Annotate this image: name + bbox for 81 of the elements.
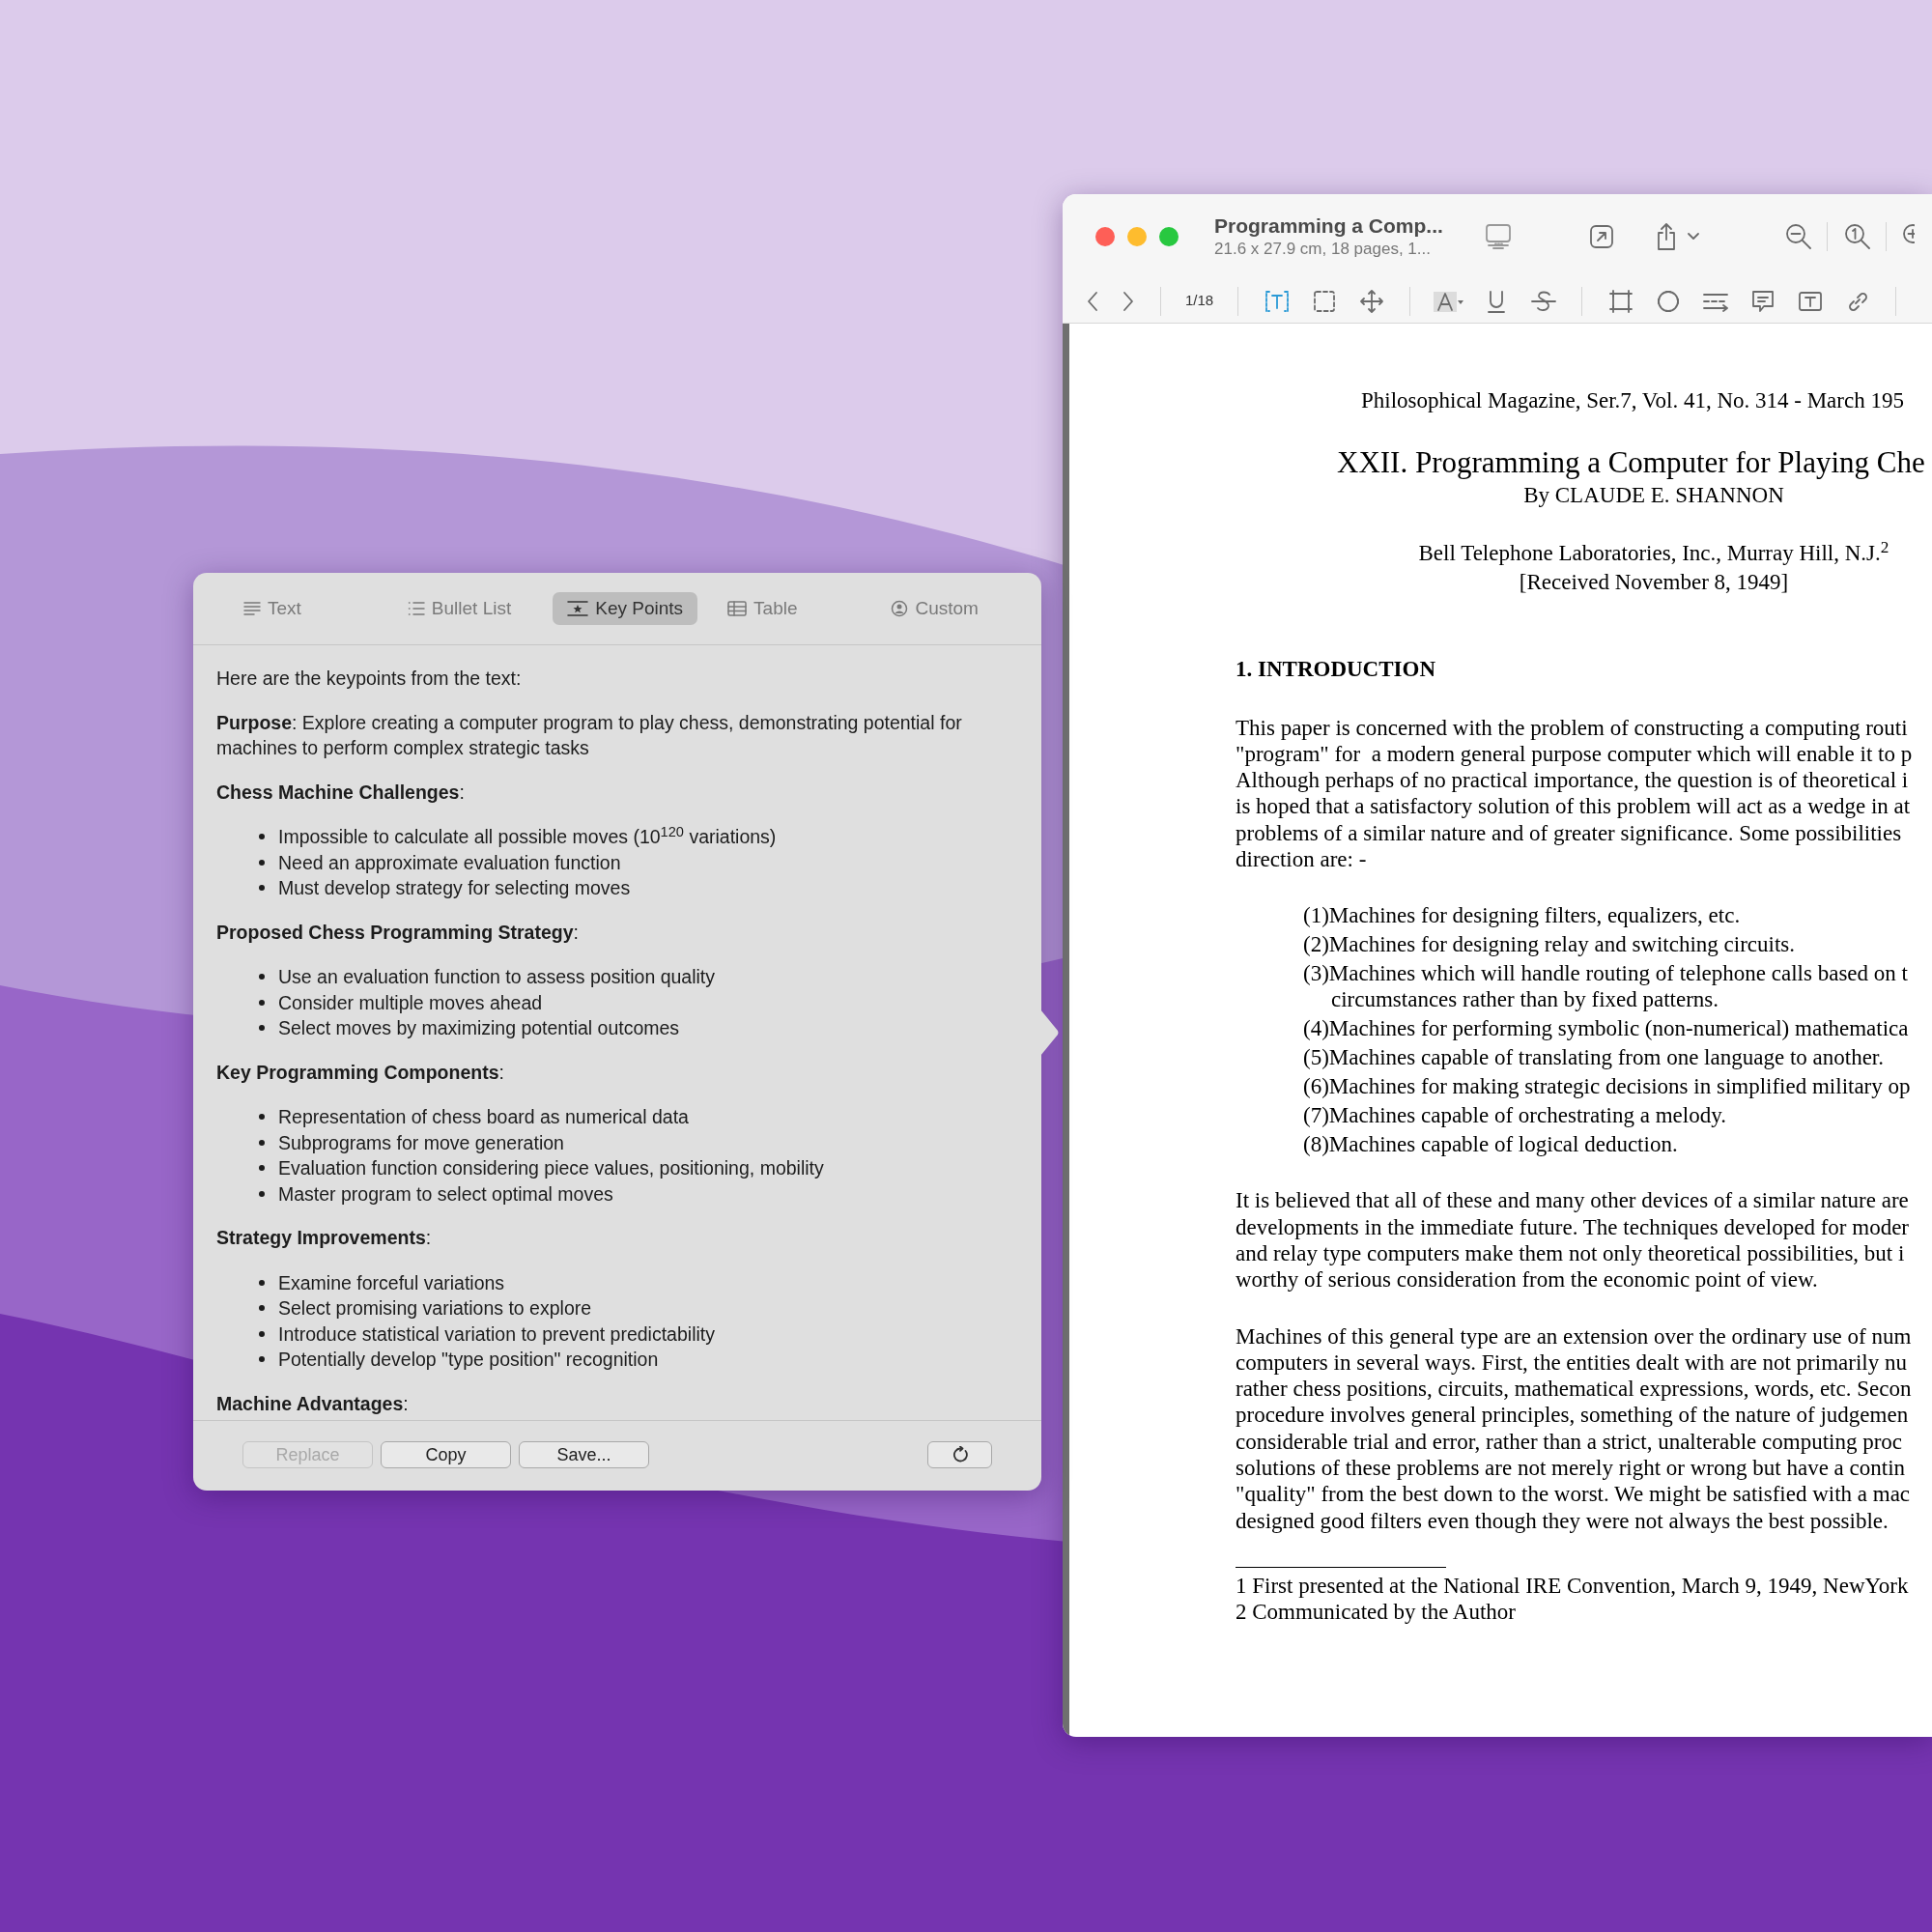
bullet-text: Potentially develop "type position" recognition: [278, 1348, 659, 1372]
action-button[interactable]: Copy: [381, 1441, 511, 1468]
refresh-icon: [951, 1446, 969, 1463]
rectangle-icon[interactable]: [1607, 288, 1634, 314]
list-item: (7)Machines capable of orchestrating a melody.: [1303, 1102, 1727, 1129]
table-icon: [727, 601, 748, 616]
paragraph: It is believed that all of these and many other devices of a similar nature are developments in the immediate future. The techniques developed for moder and relay type computers make them not only theoretical possibilities, but i worthy of serious consideration from the economic point of view.: [1236, 1187, 1911, 1293]
bullet-icon: [259, 1279, 265, 1286]
forward-icon[interactable]: [1121, 289, 1135, 313]
list-item: (3)Machines which will handle routing of telephone calls based on t circumstances rather than by fixed patterns.: [1303, 960, 1909, 1013]
footnote: 1 First presented at the National IRE Convention, March 9, 1949, NewYork: [1236, 1572, 1910, 1600]
affiliation-text: Bell Telephone Laboratories, Inc., Murray Hill, N.J.$^{2}$: [1418, 541, 1889, 566]
zoom-out-icon[interactable]: [1783, 222, 1813, 251]
bullet-icon: [259, 974, 265, 980]
bullet-text: Evaluation function considering piece values, positioning, mobility: [278, 1156, 824, 1180]
selection-icon[interactable]: [1311, 288, 1337, 314]
chevron-icon[interactable]: [1686, 232, 1700, 242]
bullet-icon: [259, 1305, 265, 1312]
author-byline: By CLAUDE E. SHANNON: [1523, 483, 1784, 508]
actual-size-icon[interactable]: [1842, 222, 1872, 251]
list-item: (5)Machines capable of translating from one language to another.: [1303, 1044, 1885, 1071]
bullet-text: Examine forceful variations: [278, 1270, 505, 1295]
bullet-icon: [259, 1165, 265, 1172]
page-indicator: 1/18: [1185, 291, 1214, 311]
back-icon[interactable]: [1085, 289, 1099, 313]
move-icon[interactable]: [1357, 287, 1385, 315]
section-heading: Key Programming Components:: [216, 1060, 505, 1085]
tab[interactable]: Key Points: [553, 591, 698, 626]
bullet-text: Subprograms for move generation: [278, 1130, 564, 1155]
bullet-icon: [259, 859, 265, 866]
paragraph: This paper is concerned with the problem of constructing a computing routi "program" for a modern general purpose computer which will enable it to p Although perhaps of no practical importance, the question is of theoretical i is hoped that a satisfactory solution of this problem will act as a wedge in at problems of a similar nature and of greater significance. Some possibilities direction are: -: [1236, 714, 1914, 873]
received-date: [Received November 8, 1949]: [1519, 570, 1789, 595]
refresh-button[interactable]: [927, 1441, 992, 1468]
star-icon: [567, 600, 589, 617]
list-item: (2)Machines for designing relay and switching circuits.: [1303, 931, 1797, 958]
section-heading: Machine Advantages:: [216, 1391, 410, 1416]
bullet-text: Representation of chess board as numerical data: [278, 1105, 689, 1129]
bullet-text: Need an approximate evaluation function: [278, 850, 621, 875]
bullet-text: Master program to select optimal moves: [278, 1181, 613, 1207]
bullet-icon: [259, 1356, 265, 1363]
list-item: (8)Machines capable of logical deduction.: [1303, 1131, 1679, 1158]
bullet-icon: [259, 834, 265, 840]
section-heading: Chess Machine Challenges:: [216, 780, 466, 805]
bullet-icon: [259, 1139, 265, 1146]
bullet-list-icon: [407, 601, 425, 616]
bullet-text: Impossible to calculate all possible moves (10$^{120}$ variations): [278, 824, 777, 849]
bullet-icon: [259, 1114, 265, 1121]
action-button[interactable]: Save...: [519, 1441, 649, 1468]
bullet-text: Consider multiple moves ahead: [278, 990, 543, 1015]
bullet-text: Select moves by maximizing potential outcomes: [278, 1016, 680, 1040]
bullet-text: Must develop strategy for selecting moves: [278, 876, 631, 900]
list-item: (4)Machines for performing symbolic (non-numerical) mathematica: [1303, 1015, 1910, 1042]
tab[interactable]: Bullet List: [392, 591, 526, 626]
paper-title: XXII. Programming a Computer for Playing Che: [1337, 446, 1926, 480]
bullet-text: Introduce statistical variation to prevent predictability: [278, 1321, 715, 1347]
document-info: 21.6 x 27.9 cm, 18 pages, 1...: [1214, 239, 1432, 260]
list-item: (6)Machines for making strategic decisions in simplified military op: [1303, 1073, 1912, 1100]
bullet-text: Select promising variations to explore: [278, 1296, 592, 1321]
bullet-icon: [259, 999, 265, 1006]
section-heading: Proposed Chess Programming Strategy:: [216, 920, 580, 945]
window-title: Programming a Comp...: [1214, 213, 1443, 239]
footnote: 2 Communicated by the Author: [1236, 1599, 1517, 1626]
tab[interactable]: Text: [229, 591, 316, 626]
bullet-text: Use an evaluation function to assess position quality: [278, 965, 716, 989]
bullet-icon: [259, 885, 265, 892]
bullet-icon: [259, 1190, 265, 1197]
text-lines-icon: [243, 601, 261, 616]
tab[interactable]: Custom: [876, 591, 993, 626]
paragraph: Machines of this general type are an extension over the ordinary use of num computers in several ways. First, the entities dealt with are not primarily nu rather chess positions, circuits, mathematical expressions, words, etc. Secon procedure involves general principles, something of the nature of judgemen considerable trial and error, rather than a strict, unalterable computing proc solutions of these problems are not merely right or wrong but have a contin "quality" from the best down to the worst. We might be satisfied with a mac designed good filters even though they were not always the best possible.: [1236, 1322, 1913, 1534]
tab[interactable]: Table: [713, 591, 812, 626]
section-heading: Strategy Improvements:: [216, 1226, 433, 1250]
list-item: (1)Machines for designing filters, equalizers, etc.: [1303, 902, 1742, 929]
summary-paragraph: Purpose: Explore creating a computer program to play chess, demonstrating potential for machines to perform complex strategic tasks: [216, 710, 963, 760]
person-icon: [891, 600, 909, 617]
bullet-icon: [259, 1330, 265, 1337]
display-icon[interactable]: [1483, 222, 1513, 251]
bullet-icon: [259, 1025, 265, 1032]
section-heading: 1. INTRODUCTION: [1236, 656, 1437, 683]
close-button[interactable]: [1095, 227, 1115, 246]
intro-text: Here are the keypoints from the text:: [216, 667, 523, 691]
journal-header: Philosophical Magazine, Ser.7, Vol. 41, No. 314 - March 195: [1361, 387, 1905, 414]
